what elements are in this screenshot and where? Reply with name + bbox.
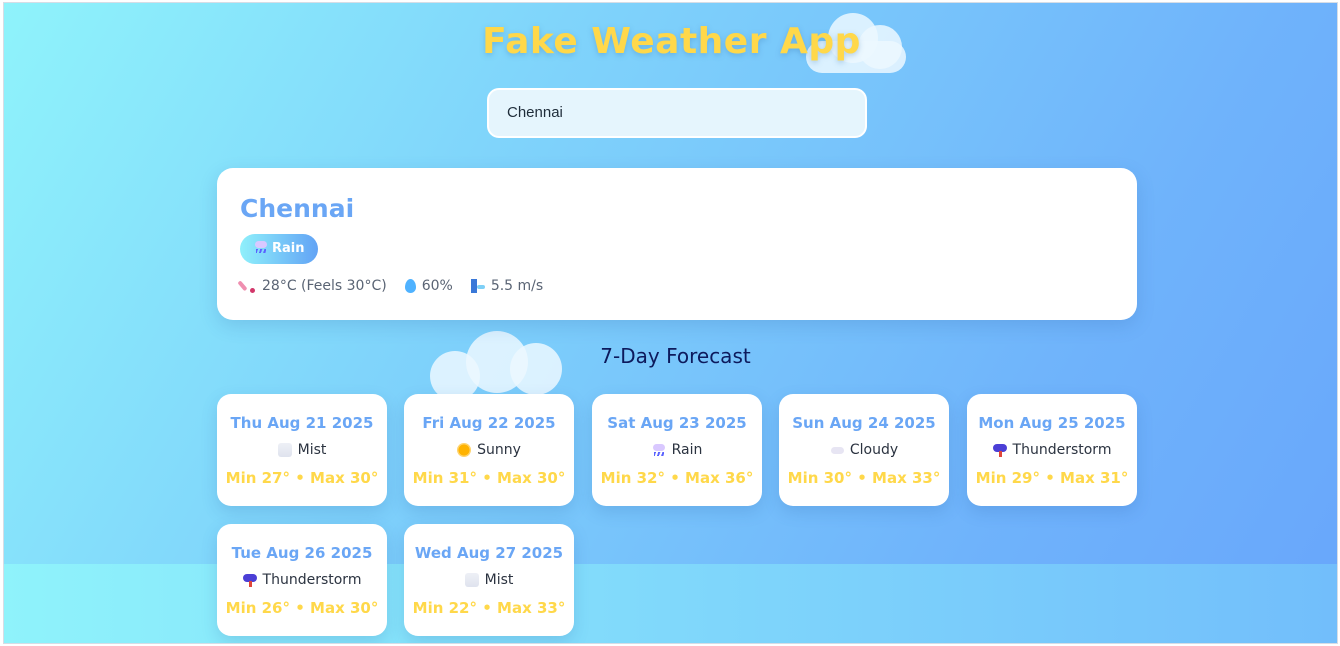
forecast-temps: Min 32° • Max 36° — [600, 469, 754, 487]
forecast-temps: Min 30° • Max 33° — [787, 469, 941, 487]
app-window: Fake Weather App Chennai Chennai Rain 28… — [3, 2, 1338, 644]
forecast-day-card: Tue Aug 26 2025 Thunderstorm Min 26° • M… — [217, 524, 387, 636]
forecast-condition-label: Rain — [671, 442, 703, 458]
wind-value: 5.5 m/s — [490, 278, 544, 294]
forecast-condition-label: Thunderstorm — [262, 572, 362, 588]
forecast-condition-label: Sunny — [477, 442, 521, 458]
forecast-day-card: Thu Aug 21 2025 Mist Min 27° • Max 30° — [217, 394, 387, 506]
forecast-date: Fri Aug 22 2025 — [422, 414, 556, 432]
forecast-day-card: Sat Aug 23 2025 Rain Min 32° • Max 36° — [592, 394, 762, 506]
footer-band — [4, 564, 1337, 643]
sun-icon — [457, 443, 472, 457]
rain-icon — [254, 240, 268, 254]
forecast-date: Mon Aug 25 2025 — [978, 414, 1126, 432]
condition-badge: Rain — [240, 234, 318, 264]
forecast-date: Thu Aug 21 2025 — [230, 414, 374, 432]
mist-icon — [464, 573, 479, 587]
wind-icon — [470, 279, 485, 293]
forecast-day-card: Sun Aug 24 2025 Cloudy Min 30° • Max 33° — [779, 394, 949, 506]
cloud-icon — [830, 443, 844, 457]
forecast-condition: Thunderstorm — [217, 572, 387, 588]
city-search-input[interactable]: Chennai — [487, 88, 867, 138]
humidity-stat: 60% — [404, 278, 453, 294]
forecast-day-card: Mon Aug 25 2025 Thunderstorm Min 29° • M… — [967, 394, 1137, 506]
forecast-date: Sat Aug 23 2025 — [607, 414, 747, 432]
forecast-temps: Min 22° • Max 33° — [412, 599, 566, 617]
forecast-temps: Min 27° • Max 30° — [225, 469, 379, 487]
forecast-date: Sun Aug 24 2025 — [792, 414, 936, 432]
forecast-temps: Min 29° • Max 31° — [975, 469, 1129, 487]
forecast-condition-label: Thunderstorm — [1012, 442, 1112, 458]
forecast-day-card: Fri Aug 22 2025 Sunny Min 31° • Max 30° — [404, 394, 574, 506]
forecast-condition-label: Mist — [297, 442, 327, 458]
app-title: Fake Weather App — [482, 21, 861, 62]
rain-icon — [652, 443, 666, 457]
thunderstorm-icon — [992, 443, 1007, 457]
forecast-condition: Thunderstorm — [967, 442, 1137, 458]
droplet-icon — [404, 279, 416, 293]
forecast-condition-label: Mist — [484, 572, 514, 588]
condition-label: Rain — [272, 241, 305, 256]
forecast-day-card: Wed Aug 27 2025 Mist Min 22° • Max 33° — [404, 524, 574, 636]
forecast-heading: 7-Day Forecast — [600, 344, 751, 368]
forecast-date: Wed Aug 27 2025 — [414, 544, 564, 562]
forecast-temps: Min 31° • Max 30° — [412, 469, 566, 487]
forecast-date: Tue Aug 26 2025 — [231, 544, 373, 562]
forecast-condition: Sunny — [404, 442, 574, 458]
forecast-condition: Cloudy — [779, 442, 949, 458]
current-city-name: Chennai — [240, 194, 355, 223]
forecast-temps: Min 26° • Max 30° — [225, 599, 379, 617]
forecast-condition: Mist — [404, 572, 574, 588]
current-stats: 28°C (Feels 30°C) 60% 5.5 m/s — [242, 278, 543, 294]
thermometer-icon — [242, 279, 256, 293]
wind-stat: 5.5 m/s — [470, 278, 544, 294]
humidity-value: 60% — [421, 278, 453, 294]
thunderstorm-icon — [242, 573, 257, 587]
mist-icon — [277, 443, 292, 457]
forecast-condition: Mist — [217, 442, 387, 458]
temperature-stat: 28°C (Feels 30°C) — [242, 278, 387, 294]
current-weather-card: Chennai Rain 28°C (Feels 30°C) 60% 5.5 m… — [217, 168, 1137, 320]
temperature-value: 28°C (Feels 30°C) — [262, 278, 387, 294]
forecast-condition: Rain — [592, 442, 762, 458]
forecast-condition-label: Cloudy — [849, 442, 899, 458]
